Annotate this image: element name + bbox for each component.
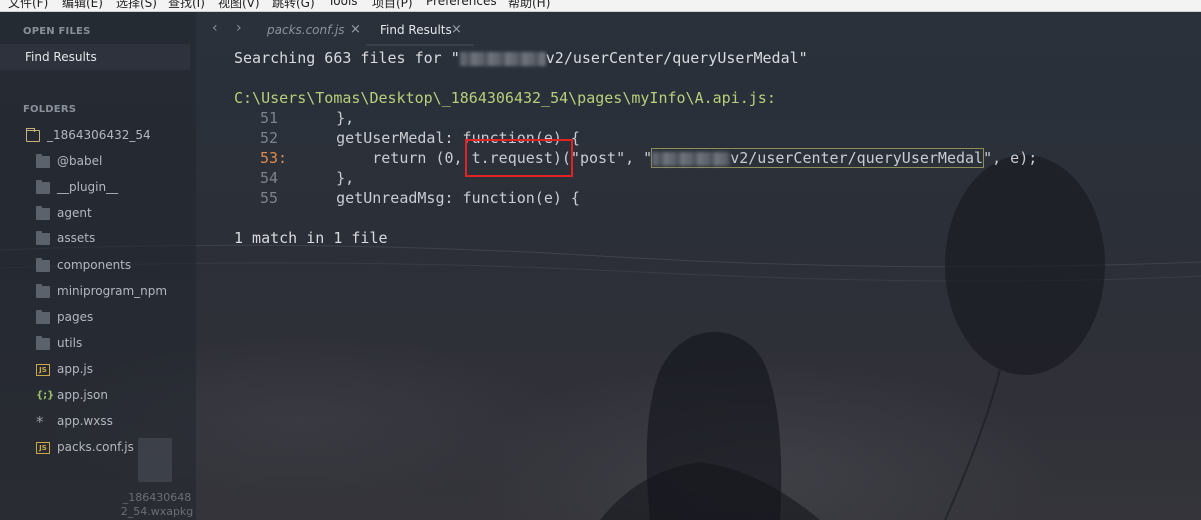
result-line-53-match[interactable]: 53: return (0, t.request)("post", " v2/us… (260, 148, 1037, 168)
redacted-host (459, 51, 546, 66)
menu-find[interactable]: 查找(I) (168, 0, 205, 11)
folder-icon (36, 180, 50, 194)
chevron-left-icon[interactable]: ‹ (212, 20, 218, 36)
tree-item-label: app.js (57, 362, 93, 376)
tree-item-label: _1864306432_54 (47, 128, 151, 142)
menu-file[interactable]: 文件(F) (8, 0, 48, 11)
line-code: }, (300, 169, 355, 187)
folder-icon (36, 284, 50, 298)
search-match-highlight: v2/userCenter/queryUserMedal (651, 148, 985, 168)
asterisk-icon: * (36, 413, 44, 431)
tree-item-label: @babel (57, 154, 103, 168)
open-file-label: Find Results (25, 50, 97, 64)
tree-item-label: assets (57, 231, 96, 245)
result-line-54[interactable]: 54 }, (260, 168, 354, 188)
menu-project[interactable]: 项目(P) (372, 0, 413, 11)
tab-bar: ‹ › packs.conf.js × Find Results × (196, 12, 1201, 46)
desktop-file-label: _186430648 2_54.wxapkg (120, 491, 194, 518)
tree-item-label: pages (57, 310, 94, 324)
menu-view[interactable]: 视图(V) (218, 0, 260, 11)
result-file-path[interactable]: C:\Users\Tomas\Desktop\_1864306432_54\pa… (234, 88, 776, 108)
js-file-icon: JS (36, 364, 50, 376)
result-line-51[interactable]: 51 }, (260, 108, 354, 128)
match-count: 1 match in 1 file (234, 229, 388, 247)
tab-label: Find Results (380, 23, 452, 37)
tree-item-label: agent (57, 206, 92, 220)
open-file-find-results[interactable]: Find Results (0, 44, 190, 70)
tree-item-label: __plugin__ (57, 180, 119, 194)
annotation-red-box (465, 139, 573, 177)
tab-find-results[interactable]: Find Results × (366, 12, 474, 46)
menu-selection[interactable]: 选择(S) (116, 0, 157, 11)
code-url: v2/userCenter/queryUserMedal (730, 149, 984, 167)
close-icon[interactable]: × (451, 22, 462, 37)
folder-open-icon (25, 127, 40, 142)
js-file-icon: JS (36, 442, 50, 454)
tree-item-label: app.json (57, 388, 108, 402)
line-number: 54 (260, 169, 279, 187)
tree-item-label: components (57, 258, 132, 272)
search-prefix: Searching 663 files for " (234, 49, 460, 67)
result-line-55[interactable]: 55 getUnreadMsg: function(e) { (260, 188, 580, 208)
close-icon[interactable]: × (350, 22, 361, 37)
json-file-icon: {;} (36, 390, 55, 401)
open-files-heading: OPEN FILES (23, 26, 91, 37)
line-number: 55 (260, 189, 279, 207)
search-summary-line: Searching 663 files for " v2/userCenter/q… (234, 48, 808, 68)
tab-label: packs.conf.js (267, 23, 345, 37)
tab-packs-conf-js[interactable]: packs.conf.js × (258, 12, 366, 46)
tree-item-label: utils (57, 336, 83, 350)
line-number: 53: (260, 149, 288, 167)
line-code: getUnreadMsg: function(e) { (300, 189, 580, 207)
folder-icon (36, 336, 50, 350)
folder-icon (36, 154, 50, 168)
chevron-right-icon[interactable]: › (236, 20, 242, 36)
menu-edit[interactable]: 编辑(E) (62, 0, 103, 11)
line-code: return (0, t.request)("post", " v2/userCe… (300, 148, 1037, 168)
folder-icon (36, 310, 50, 324)
tree-item-label: packs.conf.js (57, 440, 134, 454)
menu-help[interactable]: 帮助(H) (508, 0, 550, 11)
code-before: return (0, (300, 149, 472, 167)
code-after: ", e); (983, 149, 1038, 167)
desktop-file-icon (138, 438, 172, 482)
line-code: }, (300, 109, 355, 127)
folders-heading: FOLDERS (23, 104, 77, 115)
tree-item-label: app.wxss (57, 414, 113, 428)
result-line-52[interactable]: 52 getUserMedal: function(e) { (260, 128, 580, 148)
folder-icon (36, 206, 50, 220)
folder-icon (36, 258, 50, 272)
sidebar: OPEN FILES Find Results FOLDERS _1864306… (0, 12, 196, 520)
line-number: 51 (260, 109, 279, 127)
menu-preferences[interactable]: Preferences (426, 0, 497, 8)
menu-bar: 文件(F) 编辑(E) 选择(S) 查找(I) 视图(V) 跳转(G) Tool… (0, 0, 1201, 12)
menu-tools[interactable]: Tools (328, 0, 358, 8)
menu-goto[interactable]: 跳转(G) (272, 0, 315, 11)
search-suffix: v2/userCenter/queryUserMedal" (545, 49, 808, 67)
tree-item-label: miniprogram_npm (57, 284, 168, 298)
redacted-host (652, 151, 731, 166)
folder-icon (36, 231, 50, 245)
line-number: 52 (260, 129, 279, 147)
